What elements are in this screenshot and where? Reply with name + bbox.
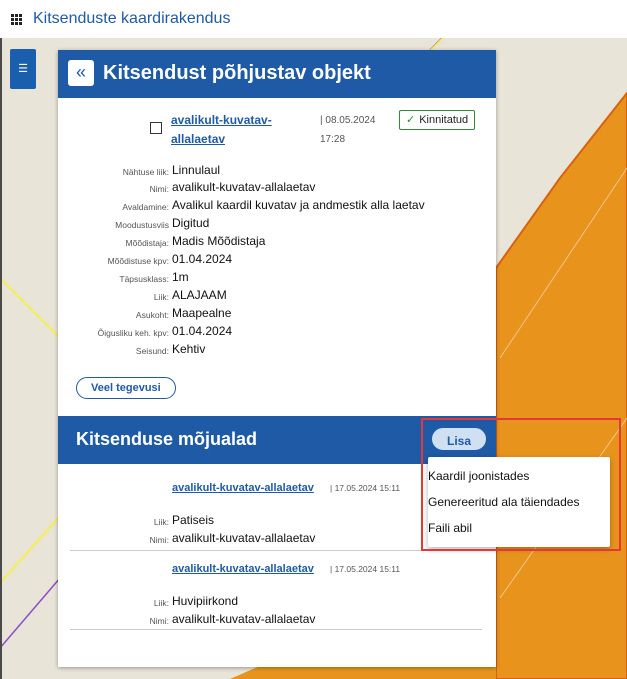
panel-title: Kitsendust põhjustav objekt <box>103 62 371 84</box>
object-date-line2: 17:28 <box>320 134 346 145</box>
property-row: Nimi: avalikult-kuvatav-allalaetav <box>58 180 496 197</box>
property-label: Mõõdistuse kpv: <box>107 256 169 266</box>
property-label: Mõõdistaja: <box>125 238 169 248</box>
area-field-row: Liik: Huvipiirkond <box>58 594 496 611</box>
area-date: | 17.05.2024 15:11 <box>330 564 401 574</box>
object-link-line2[interactable]: allalaetav <box>171 132 225 146</box>
property-value: 1m <box>172 270 189 284</box>
status-badge: ✓ Kinnitatud <box>399 110 476 130</box>
panel-header: « Kitsendust põhjustav objekt <box>58 50 496 98</box>
property-row: Moodustusviis Digitud <box>58 216 496 233</box>
bounding-box-icon <box>150 122 162 134</box>
add-button[interactable]: Lisa <box>430 426 488 452</box>
menu-item-from-file[interactable]: Faili abil <box>428 515 610 541</box>
area-field-label: Liik: <box>153 598 169 608</box>
section-title: Kitsenduse mõjualad <box>76 429 258 449</box>
property-row: Nähtuse liik: Linnulaul <box>58 163 496 180</box>
property-value: Maapealne <box>172 306 232 320</box>
grid-icon[interactable] <box>11 14 22 25</box>
more-actions-button[interactable]: Veel tegevusi <box>76 377 176 399</box>
property-value: Digitud <box>172 216 210 230</box>
property-row: Mõõdistaja: Madis Mõõdistaja <box>58 234 496 251</box>
back-button[interactable]: « <box>68 60 94 86</box>
property-value: ALAJAAM <box>172 288 227 302</box>
property-value: 01.04.2024 <box>172 324 233 338</box>
property-row: Täpsusklass: 1m <box>58 270 496 287</box>
menu-item-label: Kaardil joonistades <box>428 469 530 483</box>
property-label: Õigusliku keh. kpv: <box>97 328 169 338</box>
menu-item-label: Genereeritud ala täiendades <box>428 495 580 509</box>
area-field-label: Nimi: <box>149 535 169 545</box>
object-link-line1[interactable]: avalikult-kuvatav- <box>171 113 272 127</box>
area-field-value: Patiseis <box>172 513 215 527</box>
property-value: Linnulaul <box>172 163 221 177</box>
divider <box>70 550 482 551</box>
property-label: Nimi: <box>149 184 169 194</box>
add-dropdown-menu: Kaardil joonistades Genereeritud ala täi… <box>428 457 610 547</box>
property-value: avalikult-kuvatav-allalaetav <box>172 180 316 194</box>
property-label: Liik: <box>153 292 169 302</box>
property-row: Liik: ALAJAAM <box>58 288 496 305</box>
menu-item-label: Faili abil <box>428 521 473 535</box>
property-value: Avalikul kaardil kuvatav ja andmestik al… <box>172 198 425 212</box>
property-value: Kehtiv <box>172 342 206 356</box>
detail-panel: « Kitsendust põhjustav objekt avalikult-… <box>58 50 496 667</box>
property-value: Madis Mõõdistaja <box>172 234 266 248</box>
object-date: | 08.05.2024 17:28 <box>320 111 380 149</box>
check-icon: ✓ <box>406 114 416 126</box>
status-text: Kinnitatud <box>419 114 469 126</box>
property-label: Asukoht: <box>135 310 169 320</box>
property-label: Täpsusklass: <box>119 274 169 284</box>
area-field-label: Nimi: <box>149 616 169 626</box>
list-indent-icon: ☰ <box>18 63 28 75</box>
property-label: Moodustusviis <box>115 220 169 230</box>
sidebar-toggle-button[interactable]: ☰ <box>10 49 36 89</box>
object-date-line1: | 08.05.2024 <box>320 115 376 126</box>
property-row: Õigusliku keh. kpv: 01.04.2024 <box>58 324 496 341</box>
area-field-row: Nimi: avalikult-kuvatav-allalaetav <box>58 612 496 629</box>
top-bar: Kitsenduste kaardirakendus <box>0 0 627 38</box>
property-row: Mõõdistuse kpv: 01.04.2024 <box>58 252 496 269</box>
area-field-value: avalikult-kuvatav-allalaetav <box>172 612 316 626</box>
chevron-left-icon: « <box>75 62 86 82</box>
property-label: Nähtuse liik: <box>122 167 169 177</box>
divider <box>70 629 482 630</box>
area-date: | 17.05.2024 15:11 <box>330 483 401 493</box>
property-label: Avaldamine: <box>122 202 169 212</box>
area-link[interactable]: avalikult-kuvatav-allalaetav <box>172 482 314 494</box>
object-link[interactable]: avalikult-kuvatav- allalaetav <box>171 111 291 149</box>
property-row: Seisund: Kehtiv <box>58 342 496 359</box>
property-row: Avaldamine: Avalikul kaardil kuvatav ja … <box>58 198 496 215</box>
area-field-label: Liik: <box>153 517 169 527</box>
property-value: 01.04.2024 <box>172 252 233 266</box>
area-link[interactable]: avalikult-kuvatav-allalaetav <box>172 563 314 575</box>
menu-item-draw-on-map[interactable]: Kaardil joonistades <box>428 463 610 489</box>
app-title[interactable]: Kitsenduste kaardirakendus <box>33 10 230 28</box>
area-field-value: avalikult-kuvatav-allalaetav <box>172 531 316 545</box>
area-field-value: Huvipiirkond <box>172 594 239 608</box>
property-row: Asukoht: Maapealne <box>58 306 496 323</box>
menu-item-extend-generated[interactable]: Genereeritud ala täiendades <box>428 489 610 515</box>
property-label: Seisund: <box>135 346 169 356</box>
